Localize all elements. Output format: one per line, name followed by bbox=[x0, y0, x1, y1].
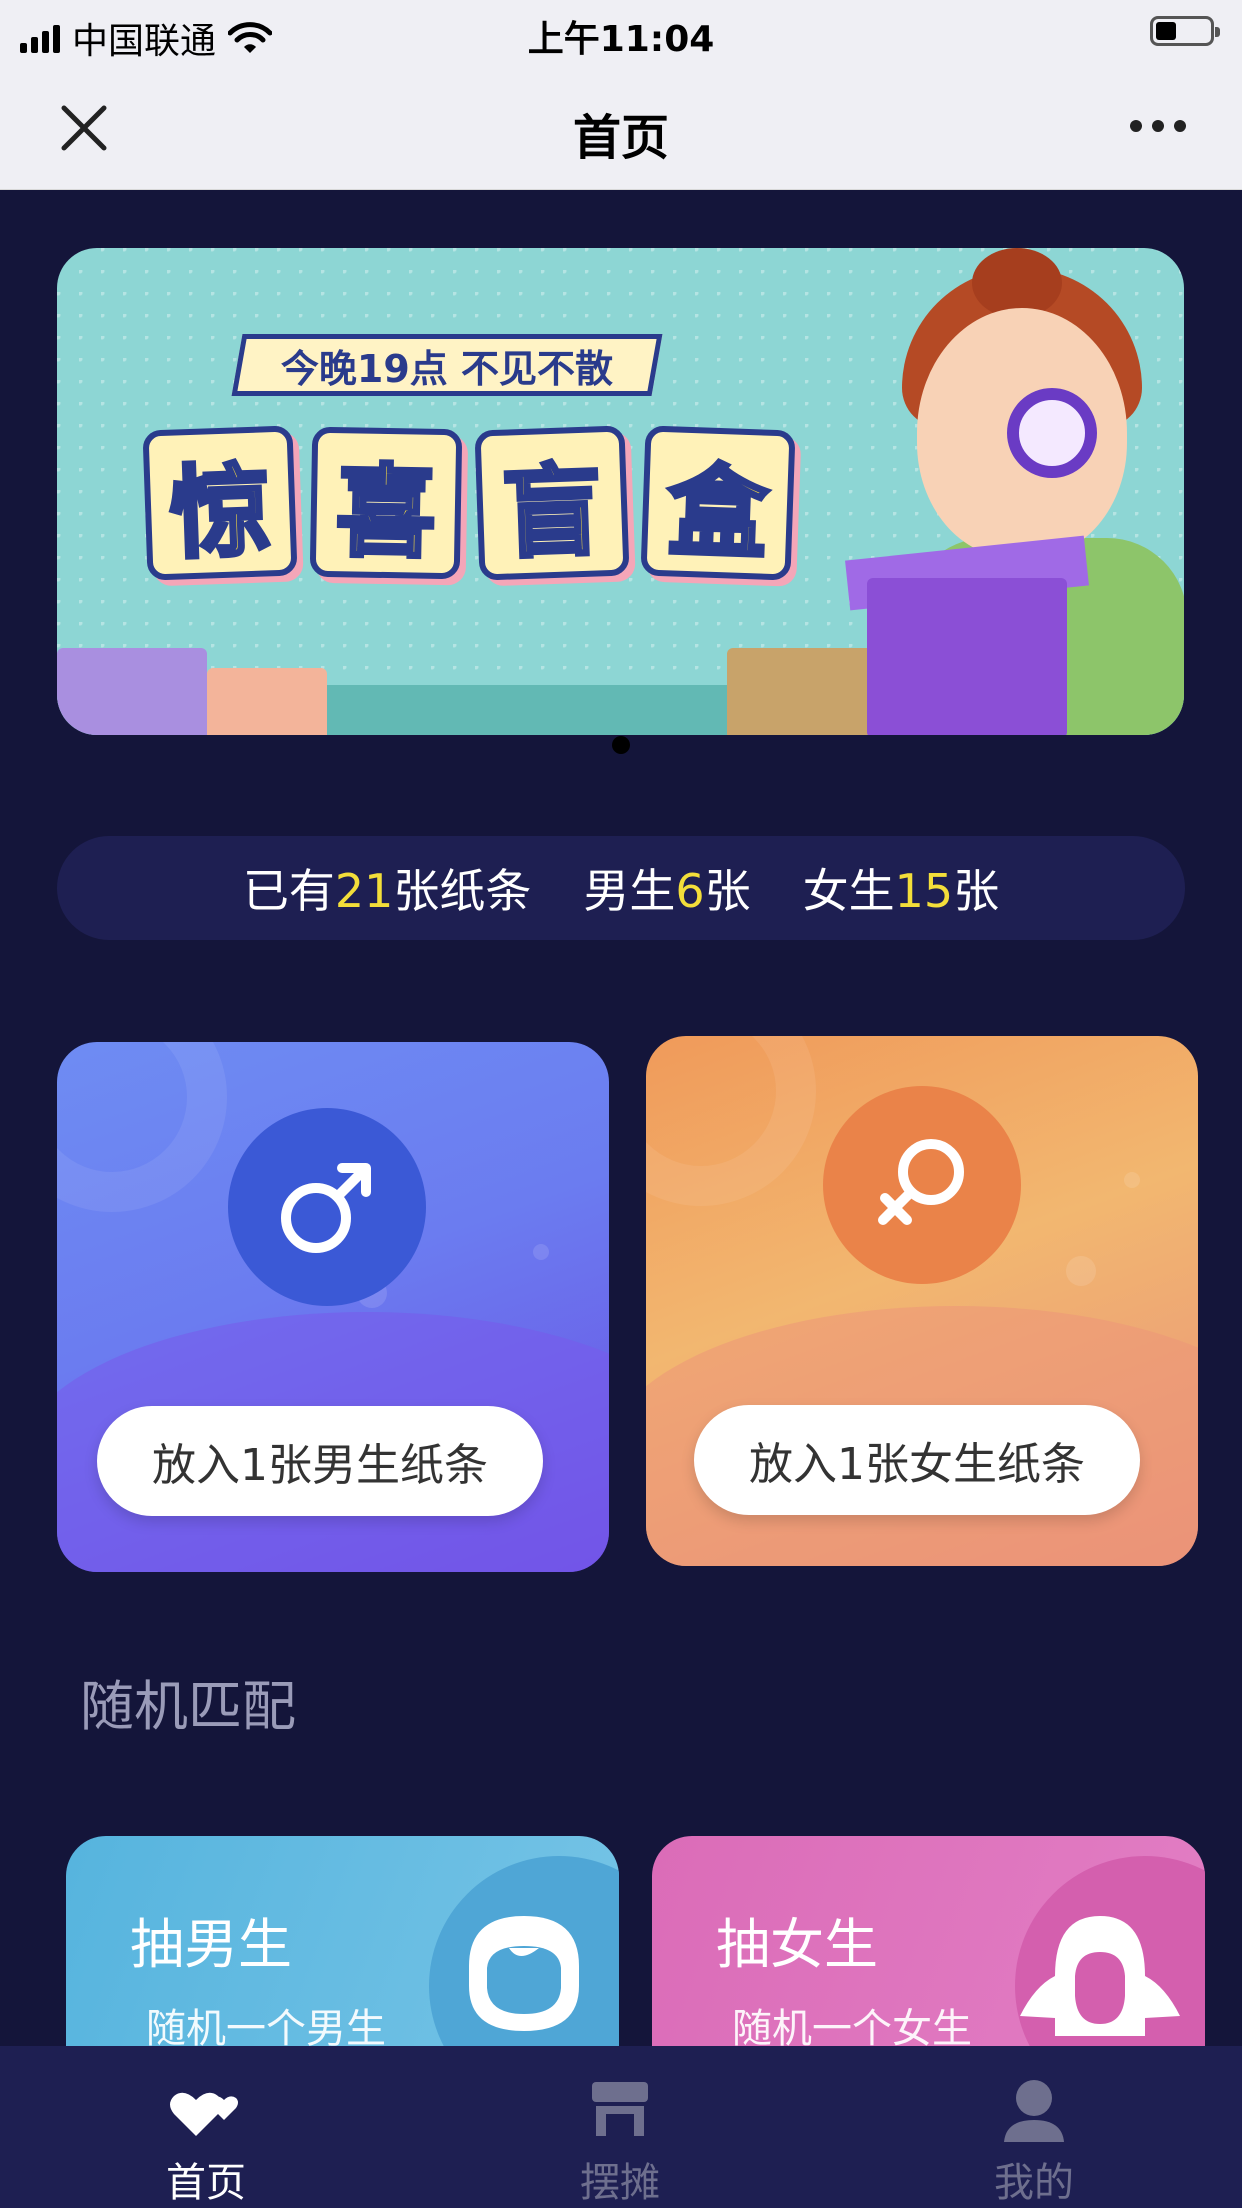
user-icon bbox=[1004, 2080, 1064, 2142]
put-male-note-card[interactable]: 放入1张男生纸条 bbox=[57, 1042, 609, 1572]
tab-stall[interactable]: 摆摊 bbox=[470, 2046, 770, 2208]
put-female-note-card[interactable]: 放入1张女生纸条 bbox=[646, 1036, 1198, 1566]
female-symbol-icon bbox=[823, 1086, 1021, 1284]
nav-bar: 首页 bbox=[0, 64, 1242, 190]
stall-icon bbox=[592, 2082, 648, 2136]
draw-girl-title: 抽女生 bbox=[716, 1913, 878, 1976]
magnifier-illustration bbox=[1007, 388, 1097, 478]
female-notes: 女生15张 bbox=[802, 864, 1000, 918]
put-male-note-button[interactable]: 放入1张男生纸条 bbox=[97, 1406, 543, 1516]
cardboard-box-illustration bbox=[727, 648, 887, 735]
banner-title-char: 惊 bbox=[142, 425, 298, 581]
girl-avatar-icon bbox=[1020, 1916, 1180, 2036]
random-match-title: 随机匹配 bbox=[80, 1675, 296, 1738]
carousel-indicator[interactable] bbox=[612, 736, 630, 754]
banner-title-char: 盒 bbox=[640, 425, 796, 581]
male-notes: 男生6张 bbox=[583, 864, 751, 918]
tab-bar: 首页 摆摊 我的 bbox=[0, 2046, 1242, 2208]
banner-title-char: 盲 bbox=[474, 425, 630, 581]
promo-banner[interactable]: 今晚19点 不见不散 惊 喜 盲 盒 bbox=[57, 248, 1184, 735]
draw-boy-title: 抽男生 bbox=[130, 1913, 292, 1976]
draw-boy-card[interactable]: 抽男生 随机一个男生 bbox=[66, 1836, 619, 2066]
male-symbol-icon bbox=[228, 1108, 426, 1306]
tab-mine[interactable]: 我的 bbox=[884, 2046, 1184, 2208]
tab-stall-label: 摆摊 bbox=[580, 2160, 660, 2206]
notes-stats: 已有21张纸条 男生6张 女生15张 bbox=[57, 836, 1185, 940]
boy-avatar-icon bbox=[469, 1916, 579, 2031]
tab-mine-label: 我的 bbox=[994, 2160, 1074, 2206]
page-title: 首页 bbox=[572, 110, 669, 166]
banner-subtitle-ribbon: 今晚19点 不见不散 bbox=[231, 334, 663, 396]
tab-home-label: 首页 bbox=[166, 2160, 246, 2206]
total-notes: 已有21张纸条 bbox=[242, 864, 532, 918]
status-bar: 中国联通 上午11:04 bbox=[0, 0, 1242, 64]
mystery-box-illustration bbox=[867, 578, 1067, 735]
gift-box-illustration bbox=[57, 648, 207, 735]
put-female-note-button[interactable]: 放入1张女生纸条 bbox=[694, 1405, 1140, 1515]
hearts-icon bbox=[170, 2092, 238, 2136]
more-menu-icon[interactable] bbox=[1130, 120, 1186, 132]
banner-subtitle: 今晚19点 不见不散 bbox=[280, 346, 614, 391]
gift-box-illustration bbox=[207, 668, 327, 735]
status-time: 上午11:04 bbox=[527, 19, 715, 60]
draw-girl-card[interactable]: 抽女生 随机一个女生 bbox=[652, 1836, 1205, 2066]
banner-title-char: 喜 bbox=[309, 426, 463, 580]
tab-home[interactable]: 首页 bbox=[56, 2046, 356, 2208]
banner-title: 惊 喜 盲 盒 bbox=[142, 425, 796, 581]
battery-icon bbox=[1150, 16, 1220, 46]
